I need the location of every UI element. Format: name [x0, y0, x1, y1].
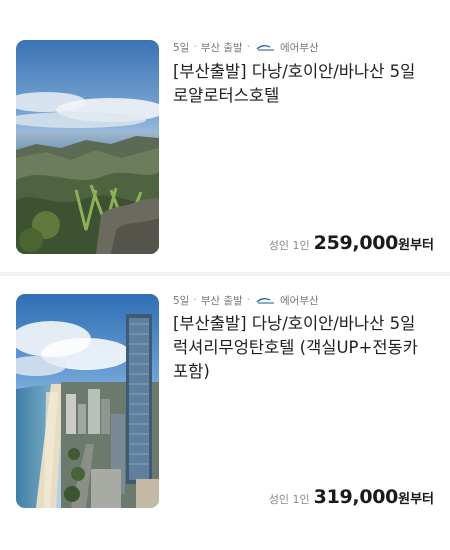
product-title[interactable]: [부산출발] 다낭/호이안/바나산 5일 로얄로터스호텔 [173, 60, 435, 108]
product-list: 5일 · 부산 출발 · 에어부산 [부산출발] 다낭/호이안/바나산 5일 로… [0, 0, 450, 550]
airline-name: 에어부산 [280, 41, 319, 54]
price-value: 319,000 [313, 486, 399, 508]
product-card[interactable]: 5일 · 부산 출발 · 에어부산 [부산출발] 다낭/호이안/바나산 5일 럭… [0, 276, 450, 550]
airline-logo-icon [256, 43, 276, 52]
product-thumbnail[interactable] [16, 40, 159, 254]
price-row: 성인 1인 259,000 원부터 [269, 232, 434, 254]
price-suffix: 원부터 [398, 492, 434, 507]
product-meta: 5일 · 부산 출발 · 에어부산 [173, 293, 319, 307]
price-label: 성인 1인 [268, 493, 310, 506]
price-value: 259,000 [313, 232, 399, 254]
price-label: 성인 1인 [268, 239, 310, 252]
price-row: 성인 1인 319,000 원부터 [269, 486, 434, 508]
separator-dot: · [193, 294, 197, 306]
product-meta: 5일 · 부산 출발 · 에어부산 [173, 40, 319, 54]
duration-text: 5일 [173, 294, 190, 307]
departure-text: 부산 출발 [200, 41, 243, 54]
airline-name: 에어부산 [280, 294, 319, 307]
product-title[interactable]: [부산출발] 다낭/호이안/바나산 5일 럭셔리무엉탄호텔 (객실UP+전동카 … [173, 312, 435, 384]
separator-dot: · [246, 41, 251, 53]
separator-dot: · [246, 294, 251, 306]
airline-logo-icon [256, 296, 276, 305]
coastal-mountain-photo [16, 40, 159, 254]
price-suffix: 원부터 [398, 238, 434, 253]
separator-dot: · [193, 41, 197, 53]
beach-city-tower-photo [16, 294, 159, 508]
duration-text: 5일 [173, 41, 190, 54]
product-card[interactable]: 5일 · 부산 출발 · 에어부산 [부산출발] 다낭/호이안/바나산 5일 로… [0, 0, 450, 272]
product-thumbnail[interactable] [16, 294, 159, 508]
departure-text: 부산 출발 [200, 294, 243, 307]
